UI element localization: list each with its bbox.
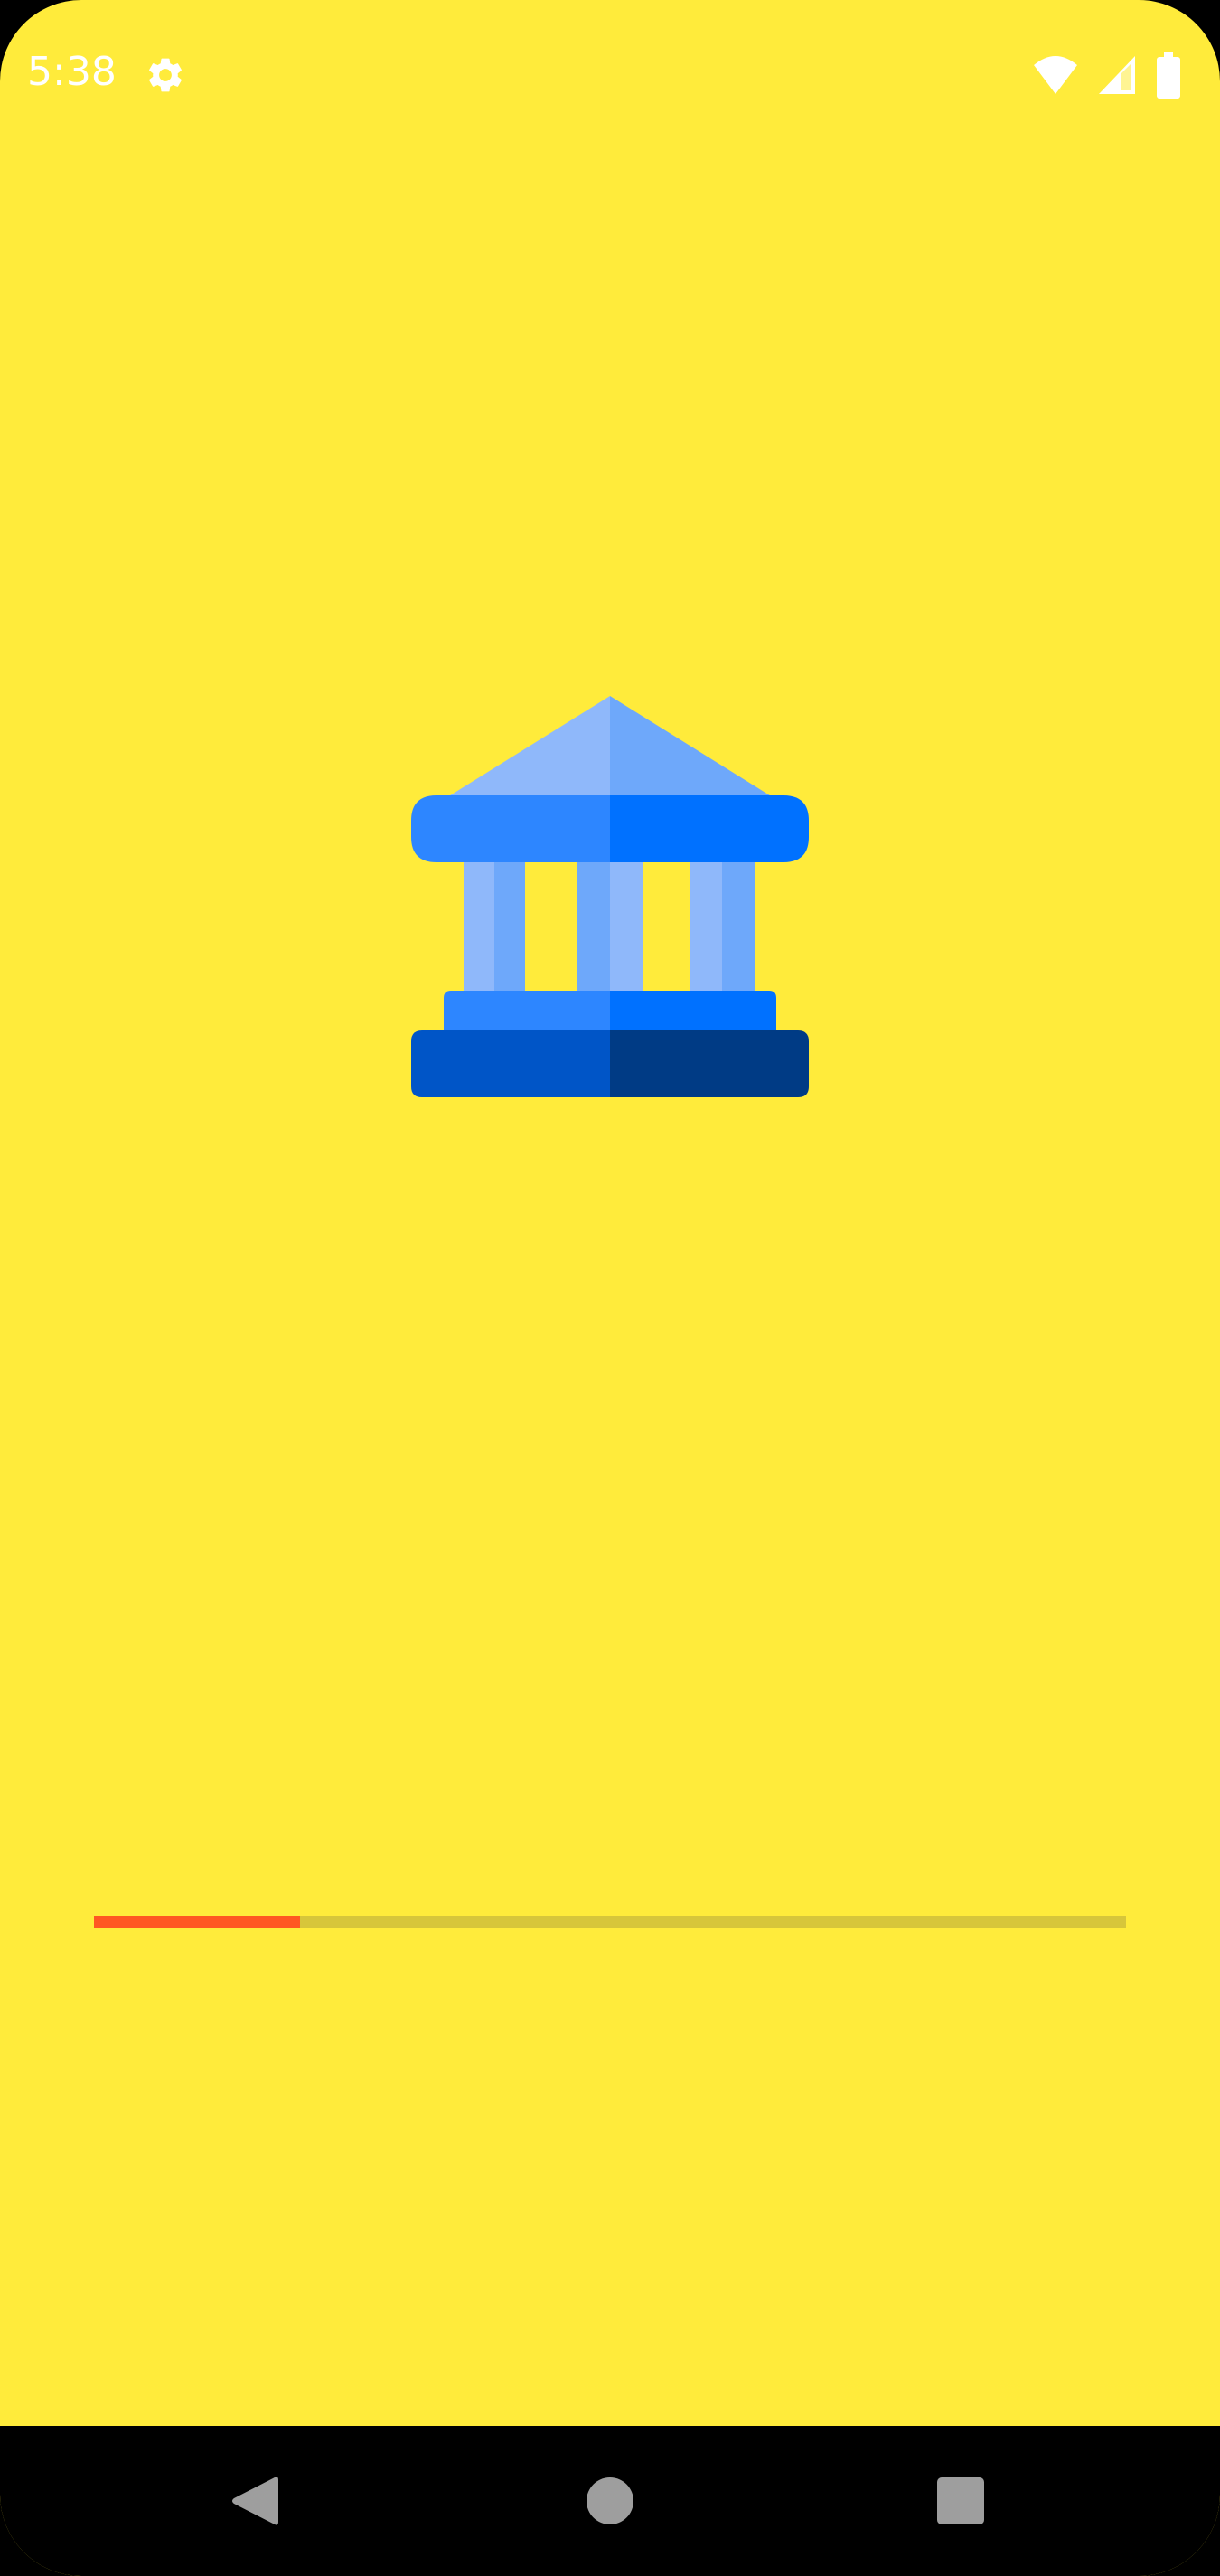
- back-button[interactable]: [185, 2426, 330, 2576]
- loading-progress-bar: [94, 1916, 1126, 1928]
- back-icon: [232, 2477, 278, 2525]
- splash-screen: 5:38: [0, 0, 1220, 2576]
- home-icon: [587, 2477, 633, 2524]
- loading-progress-fill: [94, 1916, 301, 1928]
- recents-button[interactable]: [888, 2426, 1033, 2576]
- navigation-bar: [0, 2426, 1220, 2576]
- status-icons: [996, 52, 1195, 99]
- recents-icon: [937, 2477, 984, 2524]
- wifi-icon: [1034, 56, 1077, 94]
- gear-icon: [149, 58, 182, 92]
- battery-icon: [1157, 52, 1180, 99]
- status-time: 5:38: [27, 49, 117, 95]
- home-button[interactable]: [538, 2426, 682, 2576]
- bank-building-icon: [411, 696, 809, 1097]
- status-bar: 5:38: [0, 0, 1220, 154]
- signal-icon: [1099, 56, 1135, 94]
